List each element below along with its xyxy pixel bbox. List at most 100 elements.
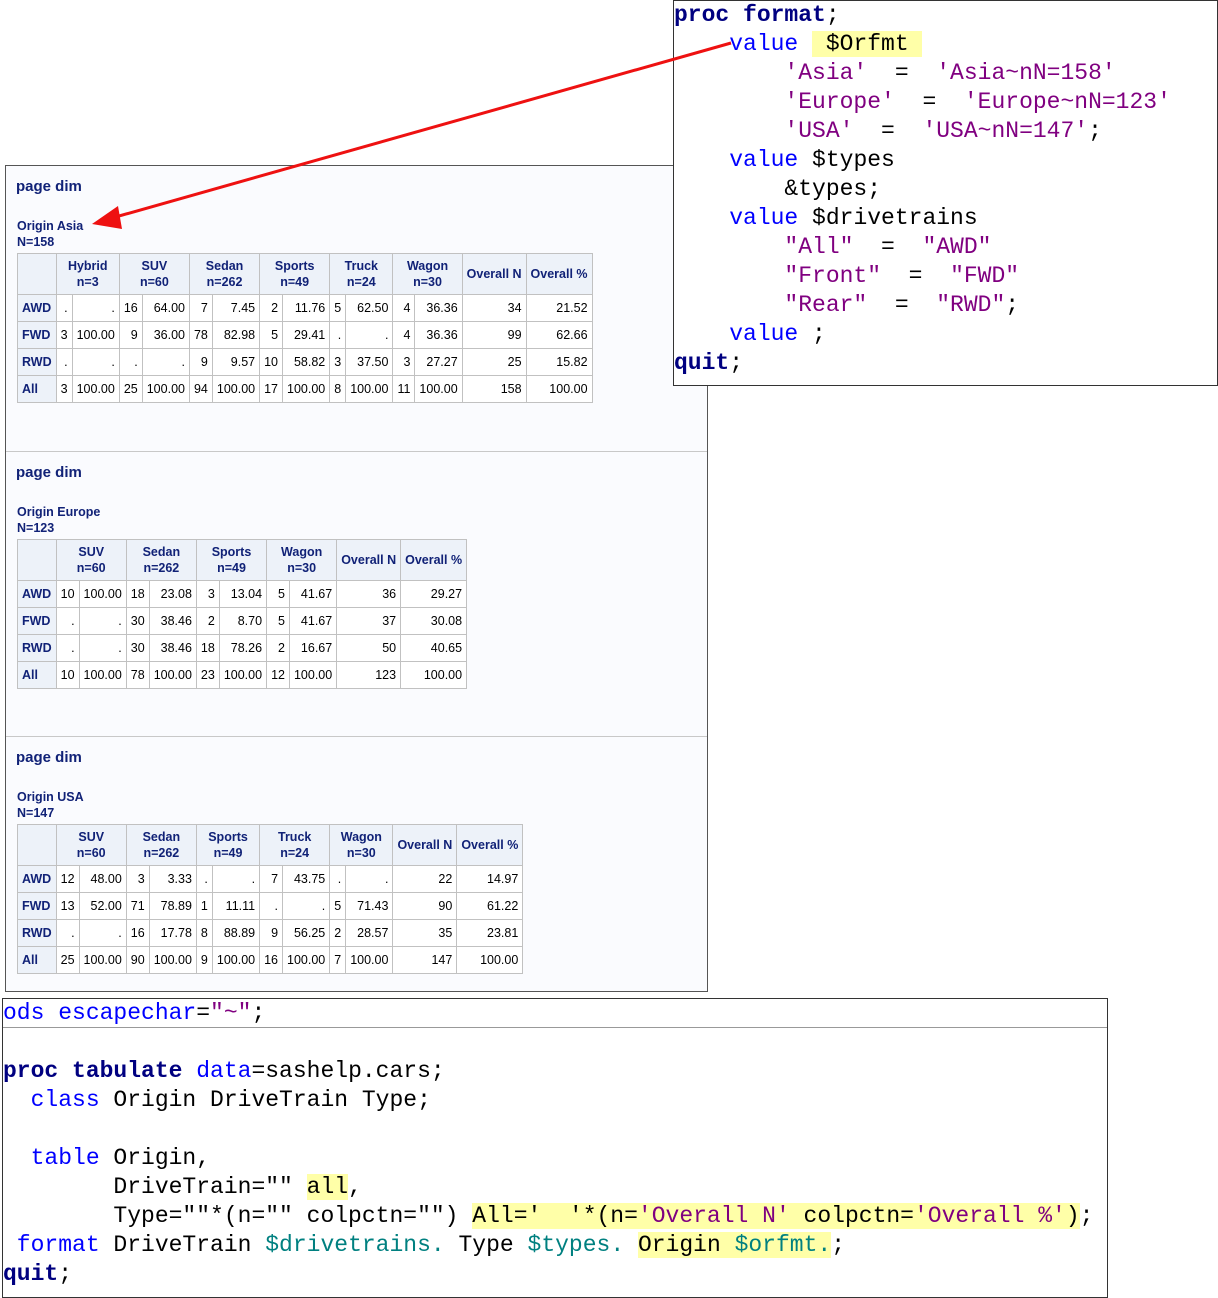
- table-cell: 71.43: [345, 892, 394, 920]
- code-token: quit: [674, 350, 730, 376]
- code-token: 'Europe~nN=123': [963, 89, 1171, 115]
- code-token: 'Asia~nN=158': [936, 60, 1116, 86]
- code-token: ,: [348, 1174, 362, 1200]
- column-header-wagon: Wagon n=30: [266, 539, 338, 581]
- table-cell: 100.00: [71, 321, 120, 349]
- proc-tabulate-code: ods escapechar="~"; proc tabulate data=s…: [2, 998, 1108, 1298]
- table-row: FWD 3 100.00 9 36.00 78 82.98 5 29.41.. 4 36.36 99 6…: [17, 321, 593, 349]
- column-header-wagon: Wagon n=30: [329, 824, 394, 866]
- code-line: value $Orfmt: [674, 30, 1217, 59]
- code-line: "Rear" = "RWD";: [674, 291, 1217, 320]
- column-header-overall-pct: Overall %: [400, 539, 468, 581]
- table-cell: 100.00: [345, 375, 394, 403]
- type-name: Sedan: [205, 259, 244, 273]
- type-name: Truck: [344, 259, 379, 273]
- type-name: Sedan: [142, 545, 181, 559]
- table-cell: .: [78, 607, 127, 635]
- row-header: All: [17, 946, 57, 974]
- type-name: Wagon: [406, 259, 449, 273]
- table-cell: 25: [118, 375, 143, 403]
- code-token: $types: [812, 147, 895, 173]
- table-cell: 9: [188, 348, 213, 376]
- table-cell: 13: [55, 892, 80, 920]
- code-token: colpctn=: [789, 1203, 914, 1229]
- row-header: All: [17, 661, 57, 689]
- type-name: Wagon: [340, 830, 382, 844]
- table-cell: .: [55, 919, 80, 947]
- code-line: quit;: [3, 1260, 1107, 1289]
- code-token: ;: [825, 2, 840, 28]
- code-token: ;: [251, 1000, 266, 1026]
- origin-name: Origin USA: [17, 790, 84, 804]
- table-cell: .: [141, 348, 190, 376]
- code-line: value ;: [674, 320, 1217, 349]
- type-name: Truck: [278, 830, 312, 844]
- code-token: $drivetrains: [812, 205, 978, 231]
- table-cell: .: [118, 348, 143, 376]
- table-cell: .: [55, 607, 80, 635]
- table-cell: 2: [266, 634, 290, 662]
- table-cell: 5: [266, 580, 290, 608]
- code-token: proc tabulate: [3, 1058, 197, 1084]
- table-cell: 94: [188, 375, 213, 403]
- table-cell: 100.00: [148, 946, 197, 974]
- table-cell: 147: [392, 946, 458, 974]
- table-cell: 43.75: [282, 865, 331, 893]
- code-token: ;: [1088, 118, 1102, 144]
- table-cell: 2: [195, 607, 220, 635]
- code-token: "Front": [674, 263, 882, 289]
- table-cell: 23.81: [456, 919, 524, 947]
- type-count: n=49: [217, 561, 246, 575]
- table-cell: 40.65: [400, 634, 468, 662]
- table-cell: 23.08: [148, 580, 197, 608]
- table-cell: .: [282, 892, 331, 920]
- column-header-suv: SUV n=60: [118, 253, 190, 295]
- table-cell: 28.57: [345, 919, 394, 947]
- code-token: ): [1065, 1203, 1080, 1229]
- table-cell: 100.00: [78, 580, 127, 608]
- table-cell: 52.00: [78, 892, 127, 920]
- code-token: class: [3, 1087, 114, 1113]
- table-cell: 12: [55, 865, 80, 893]
- table-cell: 100.00: [141, 375, 190, 403]
- table-row: RWD.... 9 9.57 10 58.82 3 37.50 3 27.27 25 15.82: [17, 348, 593, 376]
- table-cell: 36.36: [414, 294, 463, 322]
- code-token: ;: [58, 1261, 73, 1287]
- code-token: $drivetrains.: [265, 1232, 445, 1258]
- page-label: page dim: [16, 464, 82, 481]
- code-token: value: [674, 321, 813, 347]
- code-token: =: [881, 263, 951, 289]
- code-token: value: [674, 205, 813, 231]
- code-token: Type: [444, 1232, 528, 1258]
- table-cell: .: [78, 919, 127, 947]
- type-count: n=24: [346, 275, 376, 289]
- code-token: ;: [1079, 1203, 1094, 1229]
- code-token: All=' '*(n=: [472, 1203, 638, 1229]
- table-cell: 3: [195, 580, 220, 608]
- table-cell: 17.78: [148, 919, 197, 947]
- table-cell: 3: [392, 348, 416, 376]
- column-header-overall-n: Overall N: [392, 824, 458, 866]
- column-header-overall-n: Overall N: [336, 539, 402, 581]
- code-token: Type=""*(n="" colpctn=""): [3, 1203, 473, 1229]
- proc-format-code: proc format; value $Orfmt 'Asia' = 'Asia…: [673, 0, 1218, 386]
- table-cell: 34: [461, 294, 527, 322]
- row-header: RWD: [17, 348, 57, 376]
- table-cell: 123: [336, 661, 402, 689]
- origin-label: Origin Asia N=158: [17, 218, 83, 250]
- origin-count: N=158: [17, 235, 55, 249]
- table-cell: 88.89: [211, 919, 261, 947]
- table-cell: 16: [125, 919, 150, 947]
- crosstab-table: SUV n=60 Sedan n=262 Sports n=49 Truck n=24 Wago…: [17, 824, 524, 974]
- table-row: RWD.. 30 38.46 18 78.26 2 16.67 50 40.65: [17, 634, 468, 662]
- code-token: =: [894, 89, 964, 115]
- table-cell: .: [345, 865, 394, 893]
- code-token: =: [853, 118, 923, 144]
- type-count: n=60: [76, 846, 106, 860]
- table-cell: 100.00: [78, 661, 127, 689]
- table-cell: .: [345, 321, 394, 349]
- table-cell: 100.00: [400, 661, 468, 689]
- table-cell: 17: [259, 375, 284, 403]
- table-row: All 3 100.00 25 100.00 94 100.00 17 100.00 8 100.0…: [17, 375, 593, 403]
